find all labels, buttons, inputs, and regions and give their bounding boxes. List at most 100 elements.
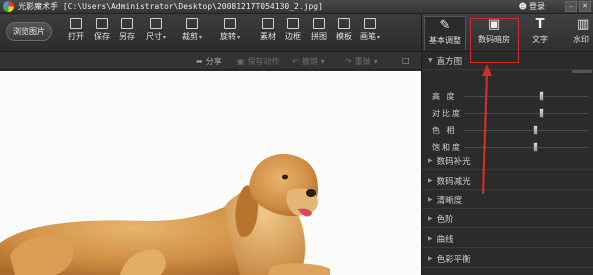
login-label: 登录 [529, 2, 545, 11]
tool-rotate-button[interactable]: 旋转▾ [218, 18, 242, 42]
tool-material-button[interactable]: 素材 [256, 18, 280, 42]
slider-row: 色 相 [422, 122, 593, 138]
section-label: 清晰度 [436, 195, 463, 206]
section-item[interactable]: ▶ 数码减光 [422, 172, 593, 190]
photo-golden-retriever [0, 154, 330, 275]
tool-save-button[interactable]: 保存 [90, 18, 114, 42]
collapse-arrow-icon: ▶ [428, 215, 433, 222]
tool-label: 保存 [94, 32, 110, 41]
tool-label: 画笔 [359, 32, 376, 41]
save-icon [96, 18, 108, 29]
tab-text[interactable]: T 文字 [519, 16, 561, 50]
title-bar: 光影魔术手 [C:\Users\Administrator\Desktop\20… [0, 0, 593, 14]
user-icon: ☻ [518, 2, 527, 11]
collapse-arrow-icon: ▶ [428, 196, 433, 203]
section-item[interactable]: ▶ 曲线 [422, 230, 593, 248]
window-title: 光影魔术手 [C:\Users\Administrator\Desktop\20… [18, 1, 323, 12]
chevron-down-icon: ▾ [373, 57, 378, 66]
adjust-panel: ✎ 基本调整 ▣ 数码暗房 T 文字 ▥ 水印 ▼ 直方图 高 度对比度色 相饱… [421, 14, 593, 275]
section-label: 数码补光 [436, 156, 471, 167]
slider-track[interactable] [464, 96, 588, 97]
section-label: 曲线 [436, 234, 454, 245]
section-label: 色阶 [436, 214, 454, 225]
slider-knob[interactable] [539, 108, 545, 118]
watermark-icon: ▥ [577, 17, 590, 32]
undo-icon: ↶ [292, 57, 299, 66]
tool-save-as-button[interactable]: 另存 [115, 18, 139, 42]
tool-resize-button[interactable]: 尺寸▾ [144, 18, 168, 42]
basic-adjust-icon: ✎ [439, 18, 451, 33]
sub-toolbar: ➦ 分享 ▣ 保存动作 ↶ 撤销 ▾ ↷ 重做 ▾ □ [0, 52, 422, 70]
slider-knob[interactable] [539, 91, 545, 101]
collage-icon [313, 18, 325, 29]
rotate-icon [224, 18, 236, 29]
panel-tabs: ✎ 基本调整 ▣ 数码暗房 T 文字 ▥ 水印 [422, 14, 593, 63]
tool-brush-button[interactable]: 画笔▾ [358, 18, 382, 42]
tab-basic-adjust[interactable]: ✎ 基本调整 [424, 16, 466, 50]
main-toolbar: 浏览图片 打开 保存 另存 尺寸▾ 裁剪▾ 旋转▾ 素材 边框 拼图 模板 画笔▾ [0, 14, 422, 52]
chevron-down-icon[interactable]: ▾ [237, 34, 240, 41]
save-action-button[interactable]: ▣ 保存动作 [237, 56, 280, 67]
tool-border-button[interactable]: 边框 [281, 18, 305, 42]
slider-track[interactable] [464, 147, 588, 148]
slider-row: 对比度 [422, 105, 593, 121]
section-item[interactable]: ▶ 数码补光 [422, 152, 593, 170]
window-controls: – ✕ [565, 1, 591, 12]
save-as-icon [121, 18, 133, 29]
section-item[interactable]: ▶ 色彩平衡 [422, 250, 593, 268]
tool-open-button[interactable]: 打开 [64, 18, 88, 42]
share-icon: ➦ [196, 57, 203, 66]
undo-button[interactable]: ↶ 撤销 ▾ [292, 56, 325, 67]
crop-icon [186, 18, 198, 29]
slider-knob[interactable] [532, 142, 538, 152]
tool-label: 模板 [336, 32, 352, 41]
app-logo-icon [3, 1, 14, 12]
collapse-panel-icon[interactable]: □ [402, 56, 410, 65]
slider-row: 高 度 [422, 88, 593, 104]
tool-label: 尺寸 [145, 32, 162, 41]
section-histogram[interactable]: ▼ 直方图 [422, 52, 593, 70]
chevron-down-icon[interactable]: ▾ [163, 34, 166, 41]
app-name: 光影魔术手 [18, 2, 58, 11]
collapse-arrow-icon: ▶ [428, 235, 433, 242]
section-label: 色彩平衡 [436, 254, 471, 265]
tab-watermark[interactable]: ▥ 水印 [565, 16, 593, 50]
file-path: [C:\Users\Administrator\Desktop\20081217… [62, 2, 323, 11]
slider-track[interactable] [464, 130, 588, 131]
tool-label: 边框 [285, 32, 301, 41]
close-icon[interactable]: ✕ [579, 1, 591, 12]
border-icon [287, 18, 299, 29]
tool-label: 素材 [260, 32, 276, 41]
tool-label: 另存 [119, 32, 135, 41]
tool-collage-button[interactable]: 拼图 [307, 18, 331, 42]
template-icon [338, 18, 350, 29]
chevron-down-icon: ▾ [320, 57, 325, 66]
section-item[interactable]: ▶ 清晰度 [422, 191, 593, 209]
tool-label: 裁剪 [181, 32, 198, 41]
slider-track[interactable] [464, 113, 588, 114]
open-icon [70, 18, 82, 29]
tool-crop-button[interactable]: 裁剪▾ [180, 18, 204, 42]
image-canvas[interactable] [0, 71, 421, 275]
collapse-arrow-icon: ▶ [428, 255, 433, 262]
slider-label: 高 度 [432, 92, 457, 101]
chevron-down-icon[interactable]: ▾ [377, 34, 380, 41]
minimize-icon[interactable]: – [565, 1, 577, 12]
tool-label: 打开 [68, 32, 84, 41]
resize-icon [150, 18, 162, 29]
section-item[interactable]: ▶ 色阶 [422, 210, 593, 228]
section-label: 数码减光 [436, 176, 471, 187]
slider-knob[interactable] [532, 125, 538, 135]
collapse-arrow-icon: ▶ [428, 157, 433, 164]
collapse-arrow-icon: ▶ [428, 177, 433, 184]
tool-template-button[interactable]: 模板 [332, 18, 356, 42]
chevron-down-icon[interactable]: ▾ [199, 34, 202, 41]
brush-icon [364, 18, 376, 29]
slider-label: 对比度 [432, 109, 462, 118]
redo-button[interactable]: ↷ 重做 ▾ [345, 56, 378, 67]
redo-icon: ↷ [345, 57, 352, 66]
login-button[interactable]: ☻ 登录 [519, 1, 545, 12]
tool-label: 旋转 [219, 32, 236, 41]
browse-images-button[interactable]: 浏览图片 [6, 22, 52, 41]
share-button[interactable]: ➦ 分享 [196, 56, 222, 67]
